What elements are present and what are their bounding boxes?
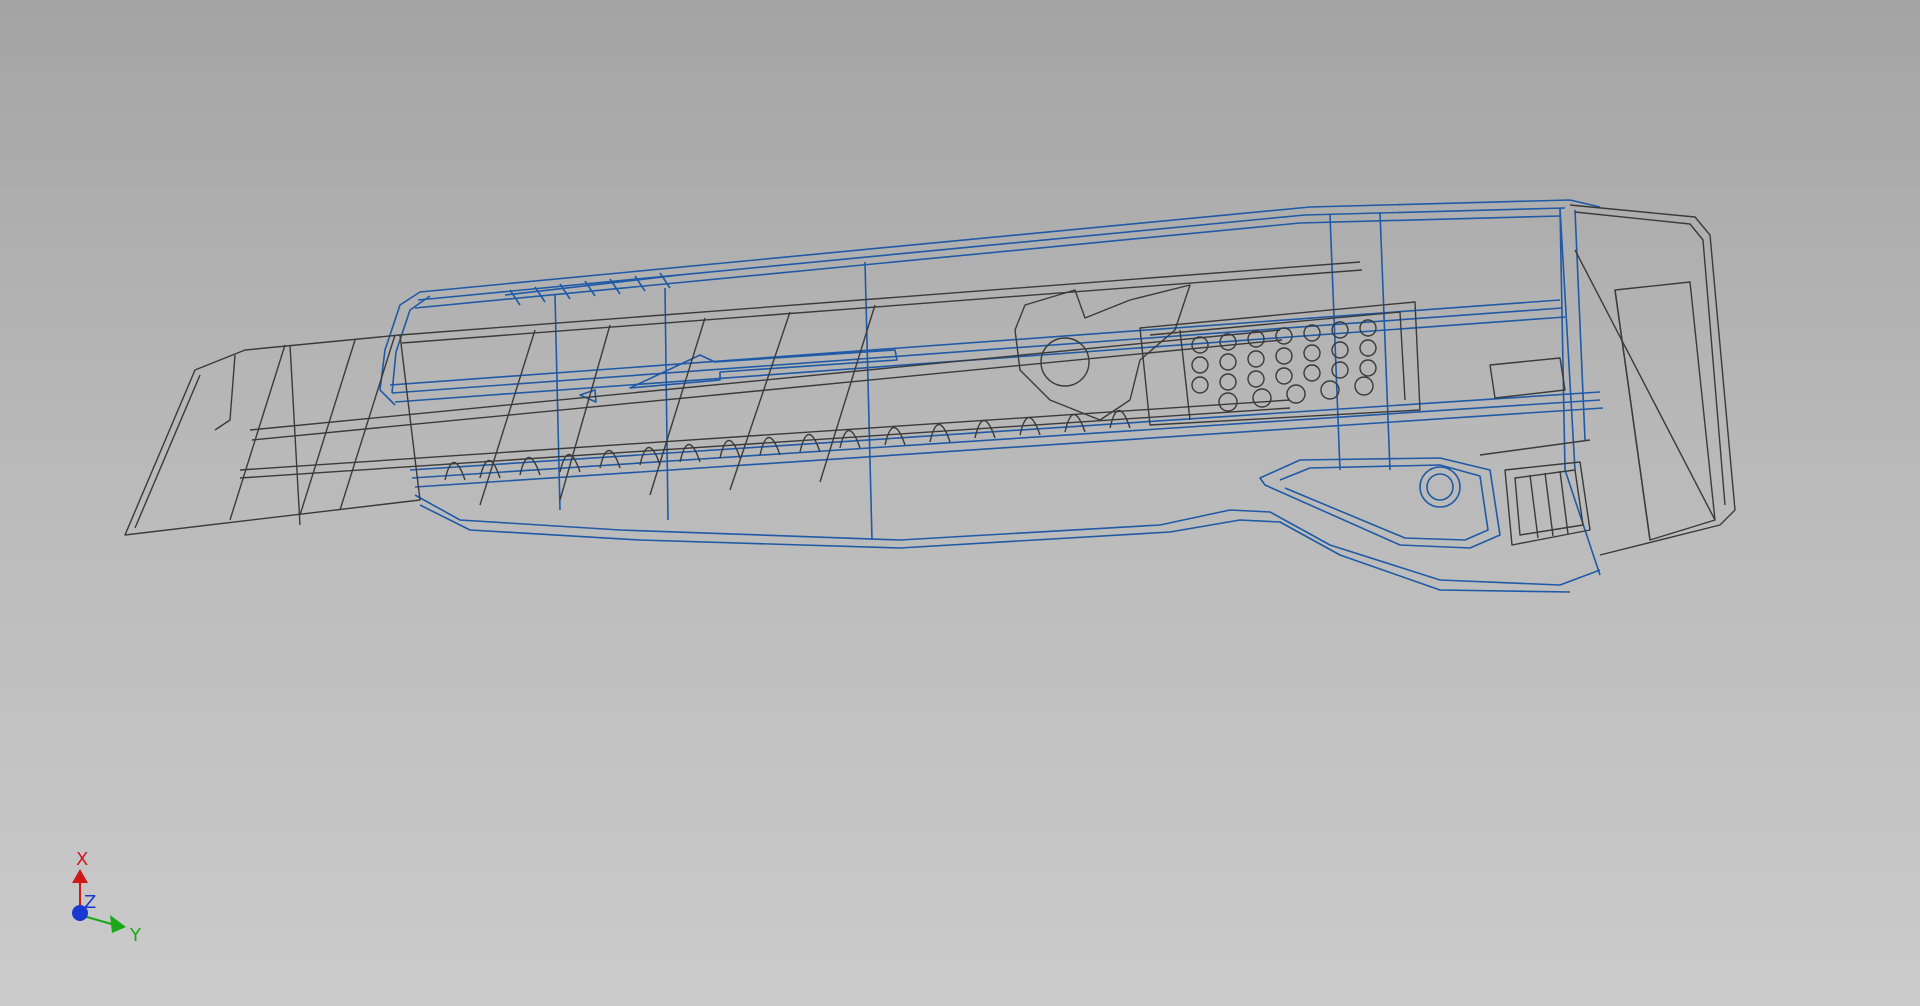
x-axis-arrow-icon <box>72 869 88 883</box>
graphics-viewport[interactable]: X Y Z <box>0 0 1920 1006</box>
y-axis-label: Y <box>129 925 142 946</box>
y-axis-arrow-icon <box>110 915 126 933</box>
utility-knife-wireframe[interactable] <box>0 0 1920 1006</box>
z-axis-label: Z <box>84 892 96 913</box>
x-axis-label: X <box>76 849 88 870</box>
knife-blade <box>124 204 1736 556</box>
triad-graphic: X Y Z <box>72 849 142 946</box>
orientation-triad[interactable]: X Y Z <box>60 845 170 955</box>
